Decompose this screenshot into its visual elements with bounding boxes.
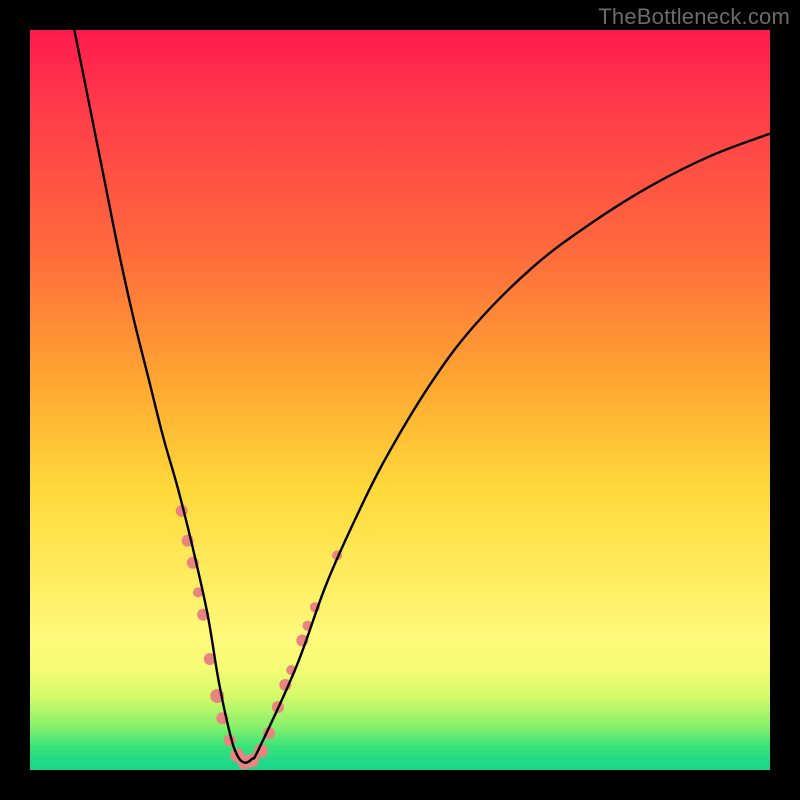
markers-layer — [176, 505, 342, 770]
plot-area — [30, 30, 770, 770]
chart-svg — [30, 30, 770, 770]
watermark-text: TheBottleneck.com — [598, 4, 790, 30]
chart-frame: TheBottleneck.com — [0, 0, 800, 800]
bottleneck-curve — [74, 30, 770, 763]
